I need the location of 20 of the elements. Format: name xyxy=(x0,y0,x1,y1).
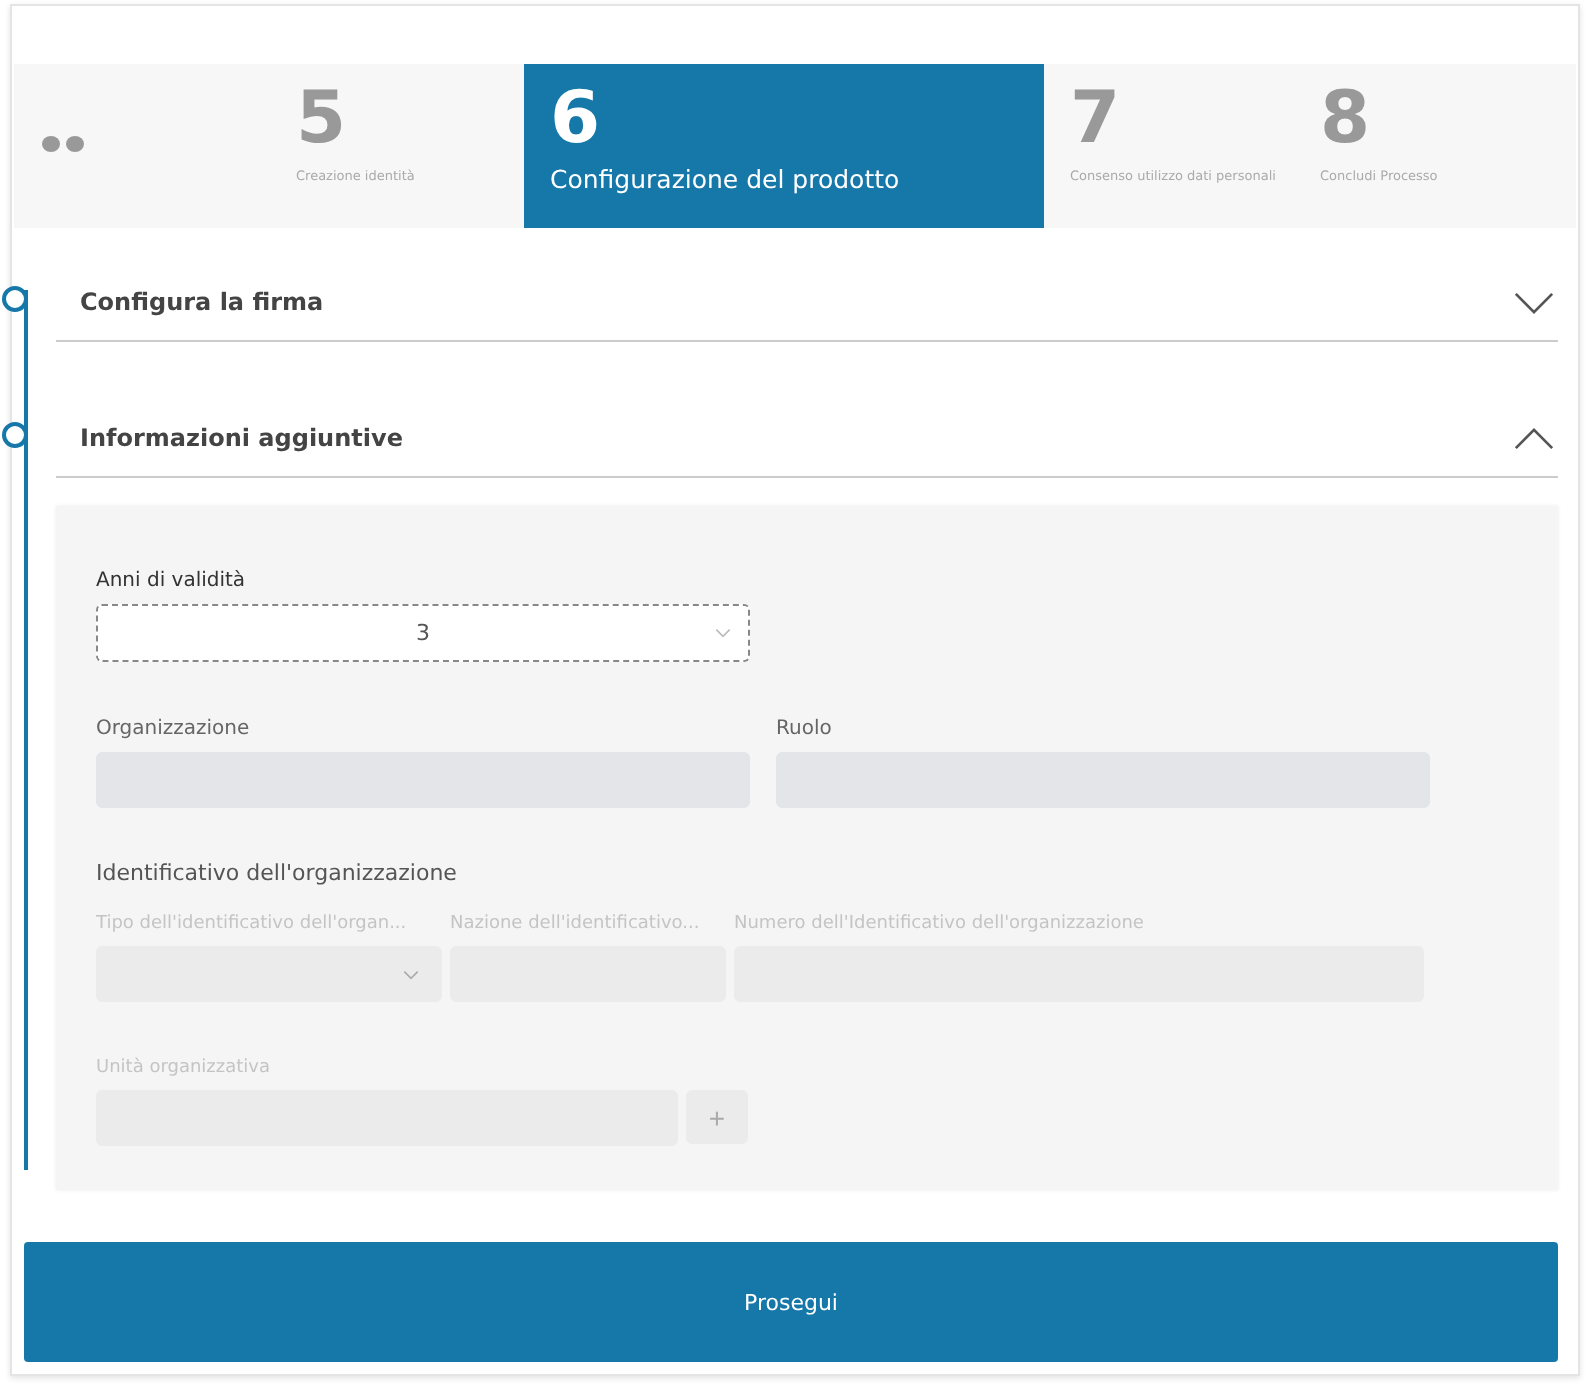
field-label: Ruolo xyxy=(776,718,834,740)
step-number: 8 xyxy=(1320,76,1373,164)
chevron-down-icon xyxy=(1514,291,1554,313)
step-tab[interactable]: 6 Configurazione del prodotto xyxy=(524,64,1044,228)
step-number: 7 xyxy=(1070,76,1123,164)
field-label: Anni di validità xyxy=(96,570,248,592)
step-number: 6 xyxy=(550,76,603,164)
field-label: Organizzazione xyxy=(96,718,252,740)
validity-select[interactable]: 3 xyxy=(96,604,750,662)
step-label: Configurazione del prodotto xyxy=(550,164,902,194)
section-header[interactable]: Informazioni aggiuntive xyxy=(56,400,1558,478)
step-number: 5 xyxy=(296,76,349,164)
section-header[interactable]: Configura la firma xyxy=(56,264,1558,342)
group-title: Identificativo dell'organizzazione xyxy=(96,860,459,886)
chevron-down-icon xyxy=(402,970,420,980)
continue-button[interactable]: Prosegui xyxy=(24,1242,1558,1362)
timeline-node-icon xyxy=(2,286,28,312)
chevron-down-icon xyxy=(714,628,732,638)
chevron-up-icon xyxy=(1514,427,1554,449)
timeline-node-icon xyxy=(2,422,28,448)
